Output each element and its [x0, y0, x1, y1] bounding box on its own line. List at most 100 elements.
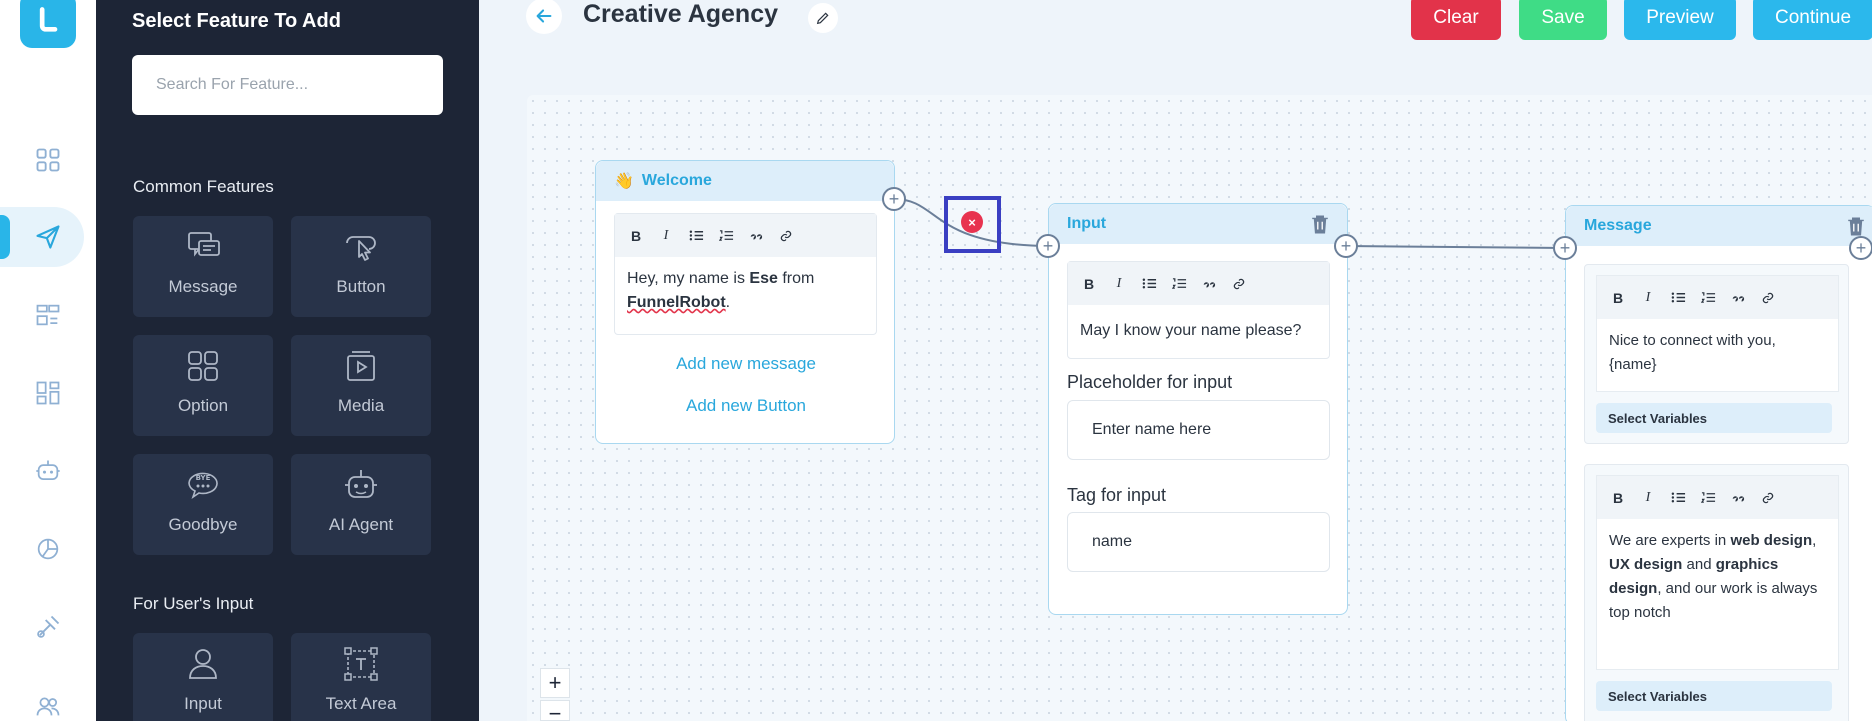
tag-label: Tag for input	[1067, 485, 1167, 505]
quote-icon[interactable]	[1727, 487, 1749, 509]
message-block-1[interactable]: B I Nice to connect with you, {name} Sel…	[1584, 264, 1849, 444]
feature-text-area[interactable]: Text Area	[291, 633, 431, 721]
numbered-list-icon[interactable]	[715, 225, 737, 247]
input-input-port[interactable]: +	[1036, 234, 1060, 258]
preview-button[interactable]: Preview	[1624, 0, 1736, 40]
continue-button[interactable]: Continue	[1753, 0, 1872, 40]
user-input-label: For User's Input	[133, 594, 254, 613]
text-segment: from	[777, 270, 815, 287]
bot-icon[interactable]	[30, 453, 66, 489]
app-logo[interactable]	[20, 0, 76, 48]
message-block-2[interactable]: B I We are experts in web design, UX des…	[1584, 464, 1849, 721]
message-node[interactable]: Message B I Nice to connect with you, {n…	[1565, 205, 1872, 721]
goodbye-bubble-icon: BYE	[188, 472, 218, 499]
select-variables-button[interactable]: Select Variables	[1596, 403, 1832, 433]
link-icon[interactable]	[1757, 287, 1779, 309]
feature-label: Goodbye	[168, 515, 238, 534]
message-text-2[interactable]: We are experts in web design, UX design …	[1597, 519, 1838, 635]
feature-label: Input	[184, 694, 222, 713]
feature-input[interactable]: Input	[133, 633, 273, 721]
welcome-node[interactable]: 👋 Welcome B I Hey, my name is Ese from F…	[595, 160, 895, 444]
numbered-list-icon[interactable]	[1168, 273, 1190, 295]
back-button[interactable]	[526, 0, 562, 34]
message-text-1[interactable]: Nice to connect with you, {name}	[1597, 319, 1838, 387]
tag-input[interactable]: name	[1067, 512, 1330, 572]
add-new-button-link[interactable]: Add new Button	[596, 396, 896, 416]
numbered-list-icon[interactable]	[1697, 487, 1719, 509]
message-node-header: Message	[1566, 206, 1872, 246]
editor-toolbar: B I	[1068, 262, 1329, 305]
feature-media[interactable]: Media	[291, 335, 431, 436]
welcome-editor[interactable]: B I Hey, my name is Ese from FunnelRobot…	[614, 213, 877, 335]
team-icon[interactable]	[30, 688, 66, 721]
welcome-message-text[interactable]: Hey, my name is Ese from FunnelRobot.	[615, 257, 876, 325]
wave-emoji: 👋	[614, 173, 634, 190]
message-editor-2[interactable]: B I We are experts in web design, UX des…	[1596, 475, 1839, 670]
input-output-port[interactable]: +	[1334, 234, 1358, 258]
pencil-icon	[816, 12, 829, 25]
italic-button[interactable]: I	[1637, 487, 1659, 509]
feature-message[interactable]: Message	[133, 216, 273, 317]
quote-icon[interactable]	[1198, 273, 1220, 295]
feature-button[interactable]: Button	[291, 216, 431, 317]
option-grid-icon	[188, 351, 218, 381]
select-variables-button[interactable]: Select Variables	[1596, 681, 1832, 711]
user-icon	[189, 649, 217, 679]
bullet-list-icon[interactable]	[1138, 273, 1160, 295]
zoom-in-button[interactable]: +	[540, 668, 570, 698]
italic-button[interactable]: I	[655, 225, 677, 247]
edit-title-button[interactable]	[808, 3, 838, 33]
zoom-out-button[interactable]: −	[540, 700, 570, 721]
delete-connection-button[interactable]: ×	[961, 211, 983, 233]
input-editor[interactable]: B I May I know your name please?	[1067, 261, 1330, 359]
bold-button[interactable]: B	[625, 225, 647, 247]
analytics-pie-icon[interactable]	[30, 531, 66, 567]
link-icon[interactable]	[775, 225, 797, 247]
numbered-list-icon[interactable]	[1697, 287, 1719, 309]
feature-search-input[interactable]	[132, 55, 443, 115]
text-bold-segment: UX design	[1609, 556, 1683, 573]
integrations-icon[interactable]	[30, 609, 66, 645]
save-button[interactable]: Save	[1519, 0, 1607, 40]
add-new-message-link[interactable]: Add new message	[596, 354, 896, 374]
bold-button[interactable]: B	[1078, 273, 1100, 295]
active-rail-indicator	[0, 215, 10, 259]
text-bold-segment: web design	[1730, 532, 1813, 549]
link-icon[interactable]	[1757, 487, 1779, 509]
common-features-label: Common Features	[133, 177, 274, 196]
text-segment: We are experts in	[1609, 532, 1731, 549]
feature-ai-agent[interactable]: AI Agent	[291, 454, 431, 555]
bullet-list-icon[interactable]	[1667, 487, 1689, 509]
welcome-node-header: 👋 Welcome	[596, 161, 894, 201]
input-question-text[interactable]: May I know your name please?	[1068, 305, 1329, 353]
send-icon[interactable]	[30, 219, 66, 255]
message-input-port[interactable]: +	[1553, 236, 1577, 260]
italic-button[interactable]: I	[1108, 273, 1130, 295]
dashboard-icon[interactable]	[30, 142, 66, 178]
placeholder-input[interactable]: Enter name here	[1067, 400, 1330, 460]
italic-button[interactable]: I	[1637, 287, 1659, 309]
input-node[interactable]: Input B I May I know your name please? P…	[1048, 203, 1348, 615]
feature-label: Text Area	[325, 694, 397, 713]
templates-icon[interactable]	[30, 375, 66, 411]
link-icon[interactable]	[1228, 273, 1250, 295]
funnel-builder-icon[interactable]	[30, 297, 66, 333]
feature-label: Button	[336, 277, 386, 296]
message-output-port[interactable]: +	[1849, 236, 1872, 260]
quote-icon[interactable]	[745, 225, 767, 247]
bullet-list-icon[interactable]	[1667, 287, 1689, 309]
feature-goodbye[interactable]: BYE Goodbye	[133, 454, 273, 555]
trash-icon[interactable]	[1311, 214, 1329, 234]
bold-button[interactable]: B	[1607, 487, 1629, 509]
trash-icon[interactable]	[1847, 216, 1865, 236]
bullet-list-icon[interactable]	[685, 225, 707, 247]
feature-option[interactable]: Option	[133, 335, 273, 436]
message-editor-1[interactable]: B I Nice to connect with you, {name}	[1596, 275, 1839, 392]
bold-button[interactable]: B	[1607, 287, 1629, 309]
feature-label: Media	[337, 396, 385, 415]
clear-button[interactable]: Clear	[1411, 0, 1501, 40]
quote-icon[interactable]	[1727, 287, 1749, 309]
page-title: Creative Agency	[583, 0, 778, 28]
feature-panel: Select Feature To Add Common Features Me…	[96, 0, 479, 721]
welcome-output-port[interactable]: +	[882, 187, 906, 211]
